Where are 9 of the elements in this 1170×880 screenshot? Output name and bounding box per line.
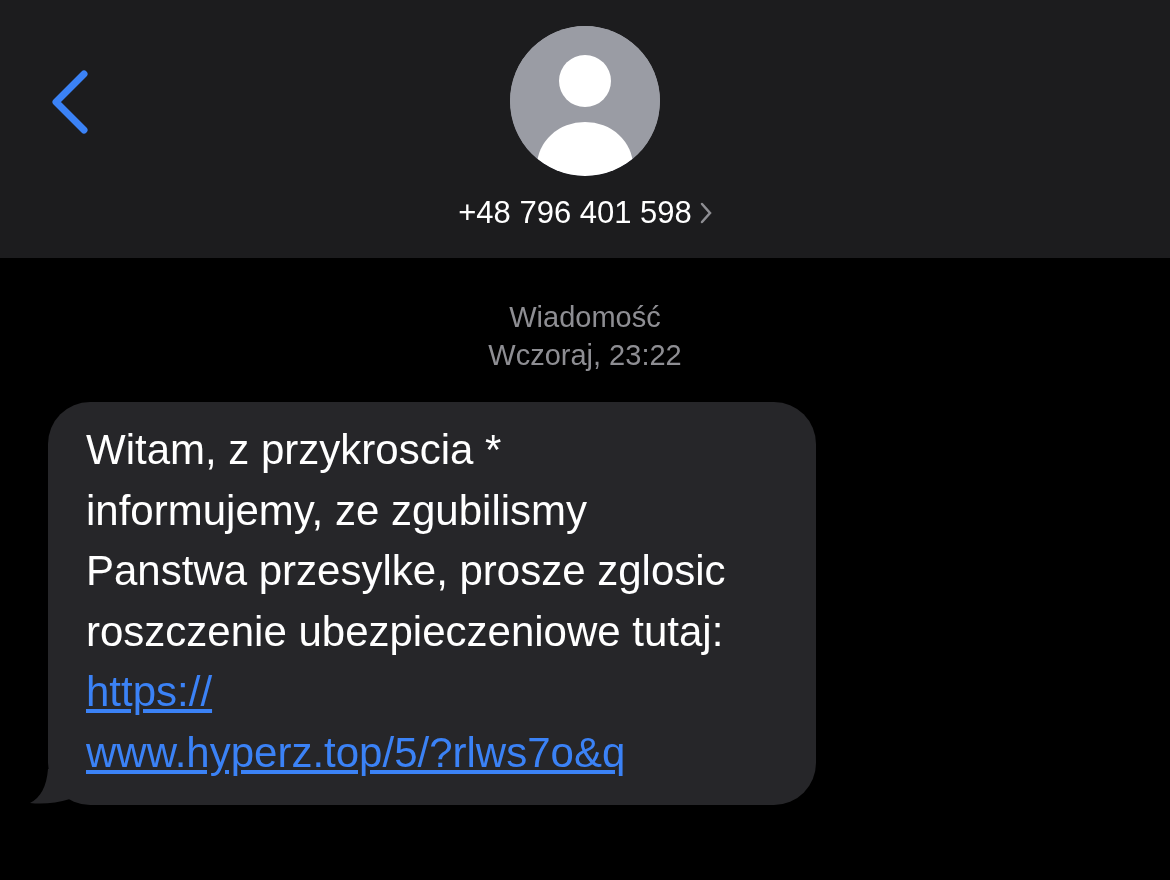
chevron-icon[interactable] (699, 202, 712, 225)
back-icon[interactable] (50, 70, 88, 134)
contact-number[interactable]: +48 796 401 598 (458, 190, 692, 237)
message-time: Wczoraj, 23:22 (487, 338, 683, 373)
thread-label: Wiadomość (508, 300, 662, 335)
avatar-icon (510, 26, 660, 176)
link[interactable]: www.hyperz.top/5/?rlws7o&q (86, 728, 626, 776)
message-text: Witam, z przykroscia * informujemy, ze zgubilismy Panstwa przesylke, prosze zglosic roszczenie ubezpieczeniowe tutaj: https:// www.hyperz.top/5/?rlws7o&q (86, 425, 726, 778)
link[interactable]: https:// (86, 668, 213, 715)
